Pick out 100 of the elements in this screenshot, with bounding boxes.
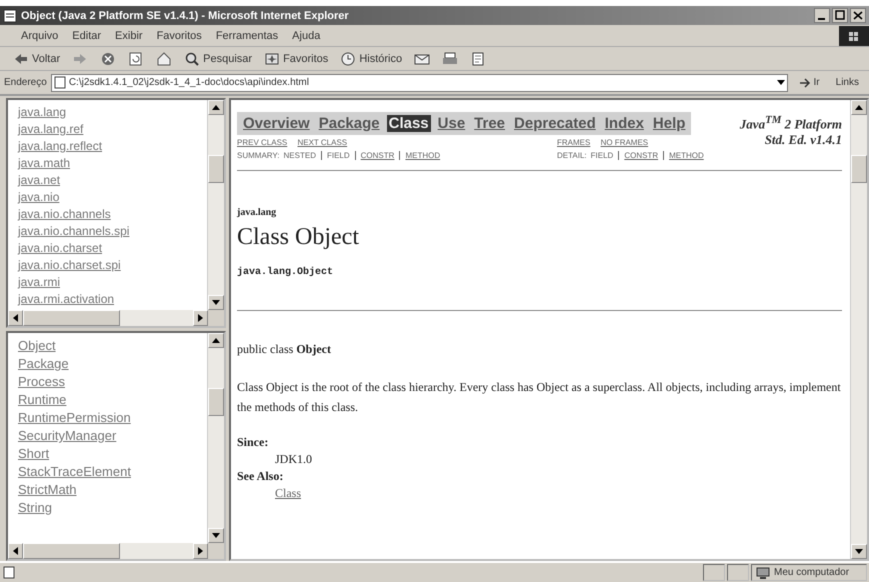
nav-link[interactable]: METHOD: [405, 151, 440, 160]
list-link[interactable]: SecurityManager: [18, 427, 116, 445]
scroll-thumb[interactable]: [208, 388, 224, 416]
nav-link[interactable]: CONSTR: [624, 151, 658, 160]
nav-text: FIELD: [590, 151, 614, 160]
scrollbar[interactable]: [850, 100, 867, 559]
list-link[interactable]: java.lang.ref: [18, 121, 84, 138]
stop-icon: [100, 50, 116, 66]
scroll-right-icon[interactable]: [193, 543, 208, 559]
list-link[interactable]: java.math: [18, 155, 70, 172]
scroll-right-icon[interactable]: [193, 310, 208, 326]
scroll-left-icon[interactable]: [8, 543, 23, 559]
close-icon[interactable]: [850, 8, 866, 23]
scroll-down-icon[interactable]: [208, 295, 224, 310]
scroll-down-icon[interactable]: [851, 544, 867, 559]
nav-text: NESTED: [284, 151, 316, 160]
class-declaration: public class Object: [237, 341, 332, 358]
scrollbar[interactable]: [207, 100, 224, 310]
list-link[interactable]: Short: [18, 445, 50, 463]
links-button[interactable]: Links: [830, 76, 865, 89]
document-icon: [470, 50, 486, 66]
menu-item[interactable]: Exibir: [108, 30, 150, 42]
scrollbar[interactable]: [8, 543, 208, 559]
refresh-icon: [128, 50, 144, 66]
scrollbar[interactable]: [8, 310, 208, 326]
nav-link[interactable]: METHOD: [669, 151, 704, 160]
status-panel: [727, 564, 749, 581]
list-link[interactable]: java.nio.channels: [18, 206, 111, 223]
list-link[interactable]: java.nio.channels.spi: [18, 223, 130, 240]
nav-link[interactable]: NEXT CLASS: [297, 138, 348, 147]
list-link[interactable]: Process: [18, 373, 65, 391]
menu-item[interactable]: Editar: [65, 30, 108, 42]
menu-item[interactable]: Ajuda: [285, 30, 328, 42]
scrollbar-corner: [208, 543, 224, 559]
page-icon: [2, 565, 16, 580]
scroll-thumb[interactable]: [851, 155, 867, 183]
list-link[interactable]: java.rmi.activation: [18, 291, 114, 308]
scroll-thumb[interactable]: [23, 310, 120, 326]
see-also-label: See Also:: [237, 469, 284, 484]
list-link[interactable]: String: [18, 499, 52, 517]
scroll-up-icon[interactable]: [851, 100, 867, 115]
browser-page-icon: [3, 8, 17, 22]
divider-icon: [354, 151, 357, 160]
go-button[interactable]: Ir: [792, 74, 826, 90]
divider-icon: [320, 151, 323, 160]
menu-item[interactable]: Favoritos: [150, 30, 209, 42]
since-value: JDK1.0: [275, 452, 314, 467]
scroll-thumb[interactable]: [208, 155, 224, 183]
maximize-icon[interactable]: [832, 8, 848, 23]
home-icon: [156, 50, 172, 66]
search-button[interactable]: Pesquisar: [181, 50, 256, 68]
window-title: Object (Java 2 Platform SE v1.4.1) - Microsoft Internet Explorer: [21, 10, 350, 22]
list-link[interactable]: java.nio: [18, 189, 60, 206]
nav-tab[interactable]: Class: [386, 115, 431, 132]
section-label: DETAIL:: [557, 151, 587, 160]
list-link[interactable]: StackTraceElement: [18, 463, 131, 481]
section-label: SUMMARY:: [237, 151, 280, 160]
address-label: Endereço: [4, 77, 47, 88]
since-label: Since:: [237, 435, 270, 450]
class-hierarchy: java.lang.Object: [237, 267, 334, 278]
divider-icon: [662, 151, 666, 160]
status-panel: [703, 564, 725, 581]
nav-tab[interactable]: Use: [436, 115, 468, 132]
scroll-thumb[interactable]: [23, 543, 120, 559]
list-link[interactable]: Object: [18, 337, 56, 355]
scroll-up-icon[interactable]: [208, 333, 224, 348]
nav-link[interactable]: FRAMES: [557, 138, 590, 147]
back-button[interactable]: Voltar: [10, 50, 64, 68]
list-link[interactable]: java.nio.charset.spi: [18, 257, 121, 274]
list-link[interactable]: java.net: [18, 172, 60, 189]
nav-tab[interactable]: Overview: [241, 115, 312, 132]
list-link[interactable]: Package: [18, 355, 69, 373]
nav-tab[interactable]: Package: [316, 115, 382, 132]
list-link[interactable]: StrictMath: [18, 481, 77, 499]
nav-link[interactable]: PREV CLASS: [237, 138, 288, 147]
menu-item[interactable]: Ferramentas: [208, 30, 286, 42]
see-also-link[interactable]: Class: [275, 486, 302, 500]
address-field[interactable]: C:\j2sdk1.4.1_02\j2sdk-1_4_1-doc\docs\api\index.html: [50, 74, 788, 92]
scroll-up-icon[interactable]: [208, 100, 224, 115]
list-link[interactable]: java.nio.charset: [18, 240, 102, 257]
favorites-button[interactable]: Favoritos: [261, 50, 332, 68]
scroll-left-icon[interactable]: [8, 310, 23, 326]
scroll-down-icon[interactable]: [208, 528, 224, 543]
nav-tab[interactable]: Help: [650, 115, 688, 132]
nav-tab[interactable]: Index: [602, 115, 646, 132]
history-button[interactable]: Histórico: [337, 50, 406, 68]
list-link[interactable]: java.lang: [18, 104, 66, 121]
list-link[interactable]: java.rmi: [18, 274, 60, 291]
class-heading: Class Object: [237, 224, 360, 251]
list-link[interactable]: RuntimePermission: [18, 409, 131, 427]
clock-icon: [340, 50, 356, 66]
nav-tab[interactable]: Deprecated: [512, 115, 598, 132]
scrollbar[interactable]: [207, 333, 224, 543]
nav-link[interactable]: CONSTR: [360, 151, 394, 160]
nav-tab[interactable]: Tree: [472, 115, 508, 132]
nav-link[interactable]: NO FRAMES: [600, 138, 648, 147]
list-link[interactable]: Runtime: [18, 391, 66, 409]
list-link[interactable]: java.lang.reflect: [18, 138, 102, 155]
menu-item[interactable]: Arquivo: [14, 30, 66, 42]
minimize-icon[interactable]: [814, 8, 830, 23]
